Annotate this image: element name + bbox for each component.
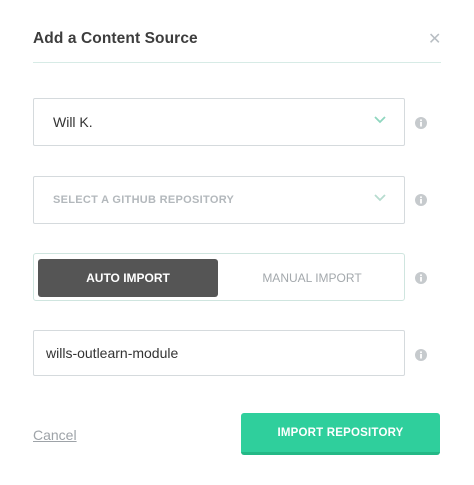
info-icon[interactable] bbox=[415, 349, 427, 361]
chevron-down-icon bbox=[374, 116, 386, 124]
dialog-title: Add a Content Source bbox=[33, 30, 198, 47]
import-mode-toggle: AUTO IMPORT MANUAL IMPORT bbox=[33, 253, 405, 301]
repository-select-placeholder: SELECT A GITHUB REPOSITORY bbox=[53, 194, 235, 206]
module-name-input[interactable] bbox=[33, 330, 405, 376]
info-icon[interactable] bbox=[415, 272, 427, 284]
import-repository-button[interactable]: IMPORT REPOSITORY bbox=[241, 413, 440, 455]
github-repository-select[interactable]: SELECT A GITHUB REPOSITORY bbox=[33, 176, 405, 224]
auto-import-option[interactable]: AUTO IMPORT bbox=[38, 259, 218, 297]
info-icon[interactable] bbox=[415, 194, 427, 206]
manual-import-option[interactable]: MANUAL IMPORT bbox=[222, 259, 402, 297]
header-divider bbox=[33, 62, 441, 63]
info-icon[interactable] bbox=[415, 117, 427, 129]
cancel-link[interactable]: Cancel bbox=[33, 427, 77, 443]
close-icon[interactable]: ✕ bbox=[428, 31, 441, 49]
account-select[interactable]: Will K. bbox=[33, 98, 405, 146]
add-content-source-dialog: Add a Content Source ✕ Will K. SELECT A … bbox=[0, 0, 474, 485]
chevron-down-icon bbox=[374, 194, 386, 202]
account-select-value: Will K. bbox=[53, 114, 93, 130]
